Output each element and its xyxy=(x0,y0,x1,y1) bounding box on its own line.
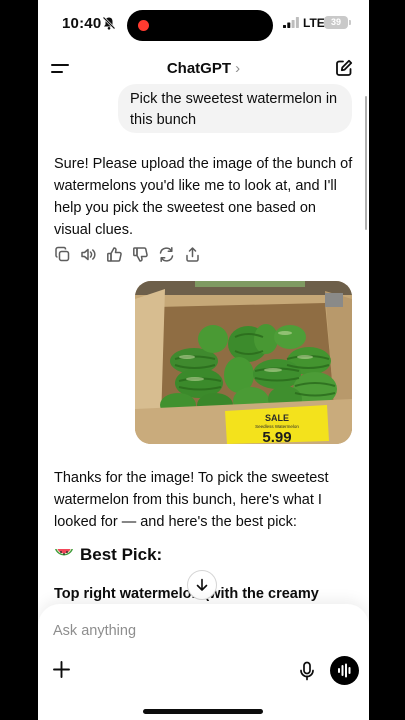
regenerate-icon[interactable] xyxy=(158,246,175,263)
battery-level: 39 xyxy=(324,16,348,29)
watermelon-icon xyxy=(55,549,73,556)
network-type: LTE xyxy=(303,16,325,30)
microphone-icon[interactable] xyxy=(298,661,316,681)
chevron-right-icon: › xyxy=(235,60,241,77)
assistant-message: Sure! Please upload the image of the bun… xyxy=(54,156,353,238)
message-actions xyxy=(54,246,201,264)
arrow-down-icon xyxy=(196,578,208,591)
dynamic-island xyxy=(127,10,273,41)
model-selector[interactable]: ChatGPT › xyxy=(38,60,369,77)
copy-icon[interactable] xyxy=(54,246,71,263)
sign-sale: SALE xyxy=(265,413,289,423)
signal-icon xyxy=(283,17,299,28)
assistant-message: Thanks for the image! To pick the sweete… xyxy=(54,470,329,530)
best-pick-heading: Best Pick: xyxy=(54,545,162,565)
compose-icon[interactable] xyxy=(335,59,353,77)
sign-price: 5.99 xyxy=(262,429,291,444)
voice-mode-button[interactable] xyxy=(330,656,359,685)
bell-slash-icon xyxy=(102,16,116,30)
composer: Ask anything xyxy=(38,604,369,720)
recording-indicator xyxy=(138,20,149,31)
thumbs-up-icon[interactable] xyxy=(106,246,123,263)
voice-mode-icon xyxy=(338,663,351,678)
uploaded-image[interactable]: SALE Seedless Watermelon 5.99 xyxy=(135,281,352,444)
thumbs-down-icon[interactable] xyxy=(132,246,149,263)
plus-icon[interactable] xyxy=(52,660,71,679)
nav-bar: ChatGPT › xyxy=(38,52,369,86)
speaker-icon[interactable] xyxy=(80,246,97,263)
scroll-to-bottom-button[interactable] xyxy=(187,570,217,600)
watermelon-photo: SALE Seedless Watermelon 5.99 xyxy=(135,281,352,444)
model-name: ChatGPT xyxy=(166,60,231,77)
status-time: 10:40 xyxy=(62,15,102,32)
best-pick-label: Best Pick: xyxy=(80,545,163,564)
scrollbar[interactable] xyxy=(365,96,367,230)
message-input[interactable]: Ask anything xyxy=(53,623,136,639)
home-indicator[interactable] xyxy=(143,709,263,714)
share-icon[interactable] xyxy=(184,246,201,263)
status-bar: 10:40 LTE 39 xyxy=(38,0,369,50)
user-message: Pick the sweetest watermelon in this bun… xyxy=(118,84,352,133)
battery-cap xyxy=(349,20,351,25)
app-screen: 10:40 LTE 39 ChatGPT › Pick the sweetest… xyxy=(38,0,369,720)
